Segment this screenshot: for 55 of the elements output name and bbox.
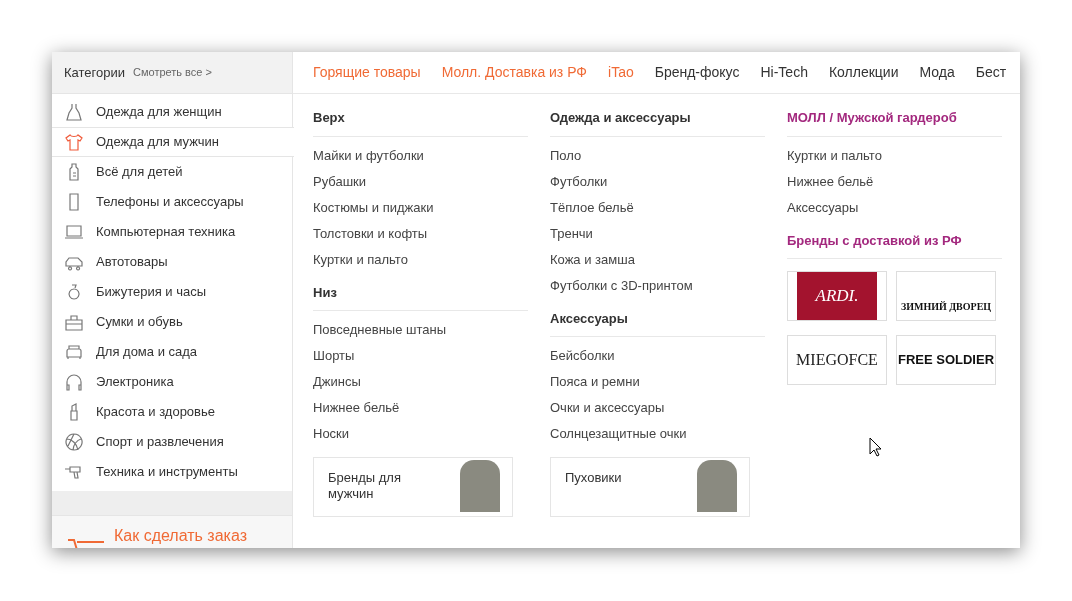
subcategory-link[interactable]: Тёплое бельё xyxy=(550,194,634,221)
see-all-link[interactable]: Смотреть все > xyxy=(133,64,212,81)
subcategory-link[interactable]: Рубашки xyxy=(313,168,367,195)
t-shirt-icon xyxy=(64,132,84,152)
subcategory-link[interactable]: Куртки и пальто xyxy=(313,246,408,273)
brand-logo[interactable]: MIEGOFCE xyxy=(787,335,887,385)
bag-icon xyxy=(64,312,84,332)
subcategory-link[interactable]: Футболки xyxy=(550,168,608,195)
headphones-icon xyxy=(64,372,84,392)
section-heading: Аксессуары xyxy=(550,306,765,337)
sofa-icon xyxy=(64,342,84,362)
subcategory-link[interactable]: Повседневные штаны xyxy=(313,317,447,343)
brand-logo[interactable]: FREE SOLDIER xyxy=(896,335,996,385)
dress-icon xyxy=(64,102,84,122)
section-heading: Низ xyxy=(313,280,528,311)
subcategory-link[interactable]: Очки и аксессуары xyxy=(550,395,665,421)
mouse-cursor-icon xyxy=(869,437,883,457)
nav-link[interactable]: Бренд-фокус xyxy=(654,62,740,83)
subcategory-link[interactable]: Куртки и пальто xyxy=(787,142,882,169)
subcategory-link[interactable]: Кожа и замша xyxy=(550,246,635,273)
category-item[interactable]: Одежда для мужчин xyxy=(52,127,294,157)
subcategory-link[interactable]: Солнцезащитные очки xyxy=(550,421,687,447)
photo-placeholder xyxy=(460,460,500,512)
subcategory-link[interactable]: Носки xyxy=(313,421,350,447)
subcategory-link[interactable]: Нижнее бельё xyxy=(787,168,874,195)
section-heading: Бренды с доставкой из РФ xyxy=(787,228,1002,259)
subcategory-link[interactable]: Нижнее бельё xyxy=(313,395,400,421)
subcategory-link[interactable]: Поло xyxy=(550,142,582,169)
subcategory-link[interactable]: Аксессуары xyxy=(787,194,859,221)
subcategory-link[interactable]: Толстовки и кофты xyxy=(313,220,428,247)
section-heading: Верх xyxy=(313,106,528,137)
subcategory-link[interactable]: Джинсы xyxy=(313,369,361,395)
promo-card[interactable]: Пуховики xyxy=(550,457,750,517)
cart-icon xyxy=(68,538,104,548)
subcategory-link[interactable]: Костюмы и пиджаки xyxy=(313,194,434,221)
subcategory-link[interactable]: Шорты xyxy=(313,343,355,369)
brand-logo[interactable]: ARDI. xyxy=(787,271,887,321)
subcategory-link[interactable]: Футболки с 3D-принтом xyxy=(550,272,693,299)
sidebar-title: Категории xyxy=(64,63,125,82)
promo-title: Пуховики xyxy=(564,469,623,486)
subcategory-link[interactable]: Тренчи xyxy=(550,220,593,247)
section-heading: Одежда и аксессуары xyxy=(550,106,765,137)
subcategory-link[interactable]: Пояса и ремни xyxy=(550,369,640,395)
nav-link[interactable]: Мода xyxy=(919,62,955,83)
laptop-icon xyxy=(64,222,84,242)
subcategory-link[interactable]: Бейсболки xyxy=(550,343,615,369)
promo-title: Бренды для мужчин xyxy=(327,469,402,502)
section-heading: МОЛЛ / Мужской гардероб xyxy=(787,106,1002,137)
nav-link[interactable]: Бест xyxy=(975,62,1007,83)
nav-link[interactable]: Hi-Tech xyxy=(760,62,808,83)
photo-placeholder xyxy=(697,460,737,512)
brand-logo[interactable]: ЗИМНИЙ ДВОРЕЦ xyxy=(896,271,996,321)
promo-card[interactable]: Бренды для мужчин xyxy=(313,457,513,517)
nav-link[interactable]: Коллекции xyxy=(828,62,899,83)
subcategory-link[interactable]: Майки и футболки xyxy=(313,142,424,169)
